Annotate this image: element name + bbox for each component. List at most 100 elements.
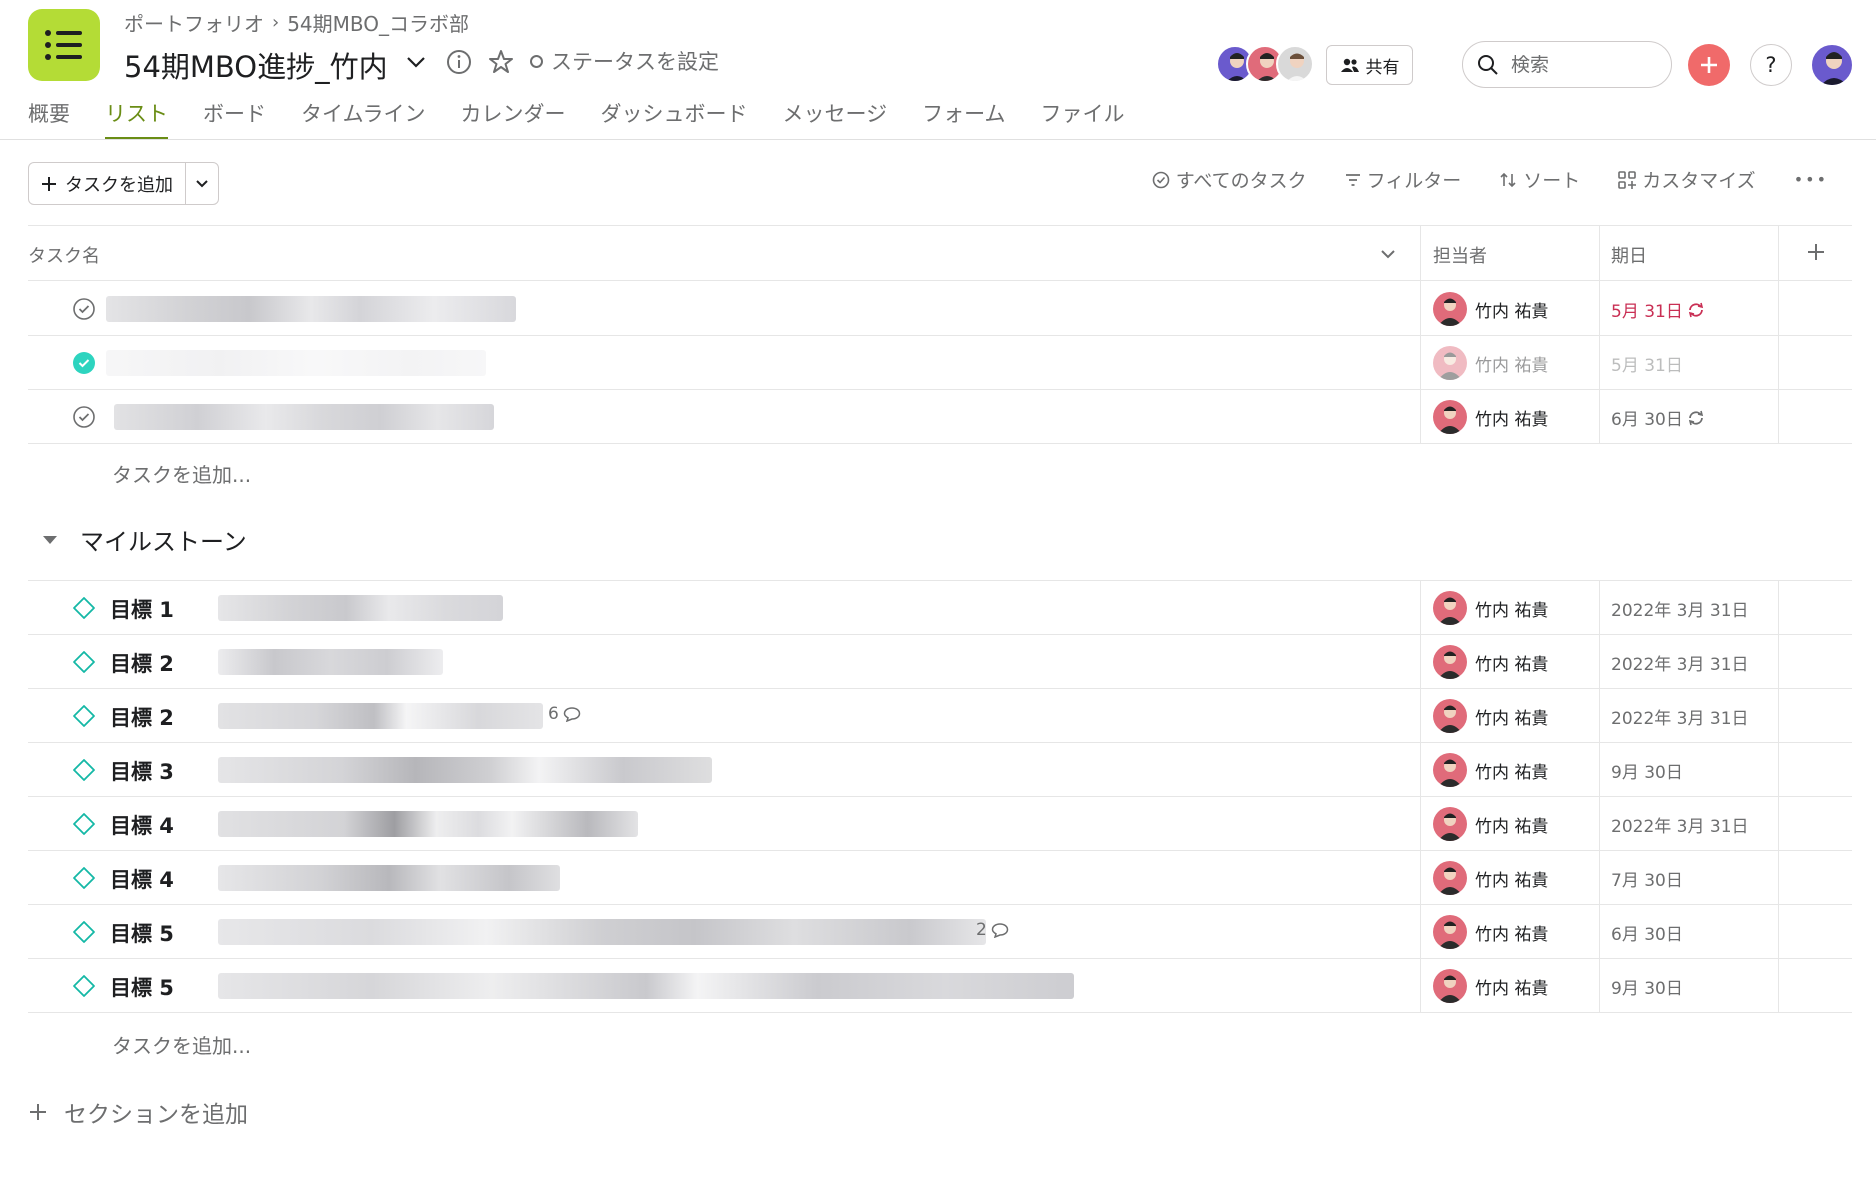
assignee-cell[interactable]: 竹内 祐貴 (1433, 591, 1548, 625)
check-circle-icon[interactable] (72, 405, 96, 429)
due-date-cell[interactable]: 9月 30日 (1611, 758, 1683, 783)
assignee-cell[interactable]: 竹内 祐貴 (1433, 915, 1548, 949)
section-title[interactable]: マイルストーン (80, 522, 247, 557)
milestone-row[interactable]: 目標 3 竹内 祐貴 9月 30日 (28, 743, 1852, 797)
star-icon[interactable] (486, 47, 516, 77)
task-name-redacted[interactable] (106, 296, 516, 322)
project-app-icon[interactable] (28, 9, 100, 81)
sort-button[interactable]: ソート (1499, 166, 1580, 193)
milestone-label[interactable]: 目標 2 (110, 702, 174, 732)
assignee-cell[interactable]: 竹内 祐貴 (1433, 807, 1548, 841)
milestone-diamond-icon[interactable] (72, 812, 96, 836)
filter-button[interactable]: フィルター (1345, 166, 1461, 193)
milestone-row[interactable]: 目標 1 竹内 祐貴 2022年 3月 31日 (28, 581, 1852, 635)
milestone-row[interactable]: 目標 5 竹内 祐貴 9月 30日 (28, 959, 1852, 1013)
assignee-cell[interactable]: 竹内 祐貴 (1433, 645, 1548, 679)
add-task-inline[interactable]: タスクを追加... (112, 1030, 251, 1059)
column-assignee[interactable]: 担当者 (1433, 242, 1487, 268)
milestone-label[interactable]: 目標 4 (110, 864, 174, 894)
assignee-cell[interactable]: 竹内 祐貴 (1433, 346, 1548, 380)
due-date-cell[interactable]: 2022年 3月 31日 (1611, 596, 1749, 621)
milestone-row[interactable]: 目標 4 竹内 祐貴 2022年 3月 31日 (28, 797, 1852, 851)
add-column-button[interactable] (1806, 242, 1826, 267)
milestone-diamond-icon[interactable] (72, 866, 96, 890)
table-row[interactable]: 竹内 祐貴 6月 30日 (28, 390, 1852, 444)
column-task-name[interactable]: タスク名 (28, 242, 100, 268)
milestone-label[interactable]: 目標 5 (110, 918, 174, 948)
breadcrumb-team[interactable]: 54期MBO_コラボ部 (287, 8, 469, 37)
milestone-name-redacted[interactable] (218, 973, 1074, 999)
customize-button[interactable]: カスタマイズ (1618, 166, 1756, 193)
milestone-label[interactable]: 目標 4 (110, 810, 174, 840)
tab-board[interactable]: ボード (203, 98, 266, 140)
milestone-name-redacted[interactable] (218, 811, 638, 837)
help-button[interactable]: ? (1750, 44, 1792, 86)
info-icon[interactable] (444, 47, 474, 77)
assignee-cell[interactable]: 竹内 祐貴 (1433, 753, 1548, 787)
add-section-button[interactable]: セクションを追加 (28, 1095, 248, 1129)
due-date-cell[interactable]: 6月 30日 (1611, 920, 1683, 945)
due-date-cell[interactable]: 5月 31日 (1611, 351, 1683, 376)
milestone-diamond-icon[interactable] (72, 650, 96, 674)
more-options-button[interactable]: ••• (1794, 170, 1828, 189)
milestone-diamond-icon[interactable] (72, 596, 96, 620)
milestone-diamond-icon[interactable] (72, 704, 96, 728)
milestone-label[interactable]: 目標 1 (110, 594, 174, 624)
user-avatar[interactable] (1810, 43, 1854, 87)
share-button[interactable]: 共有 (1326, 45, 1413, 85)
chevron-down-icon[interactable] (402, 48, 430, 76)
milestone-name-redacted[interactable] (218, 757, 712, 783)
due-date-cell[interactable]: 5月 31日 (1611, 297, 1705, 322)
assignee-cell[interactable]: 竹内 祐貴 (1433, 699, 1548, 733)
task-name-redacted[interactable] (114, 404, 494, 430)
due-date-cell[interactable]: 9月 30日 (1611, 974, 1683, 999)
add-task-button[interactable]: タスクを追加 (29, 163, 186, 204)
tab-messages[interactable]: メッセージ (783, 98, 888, 140)
project-title[interactable]: 54期MBO進捗_竹内 (124, 44, 388, 86)
milestone-row[interactable]: 目標 2 6 竹内 祐貴 2022年 3月 31日 (28, 689, 1852, 743)
table-row[interactable]: 竹内 祐貴 5月 31日 (28, 282, 1852, 336)
breadcrumb-portfolio[interactable]: ポートフォリオ (124, 8, 264, 37)
assignee-cell[interactable]: 竹内 祐貴 (1433, 400, 1548, 434)
due-date-cell[interactable]: 2022年 3月 31日 (1611, 650, 1749, 675)
milestone-row[interactable]: 目標 2 竹内 祐貴 2022年 3月 31日 (28, 635, 1852, 689)
tab-calendar[interactable]: カレンダー (461, 98, 566, 140)
milestone-name-redacted[interactable] (218, 865, 560, 891)
due-date-cell[interactable]: 2022年 3月 31日 (1611, 704, 1749, 729)
comment-count[interactable]: 6 (548, 704, 581, 724)
milestone-row[interactable]: 目標 4 竹内 祐貴 7月 30日 (28, 851, 1852, 905)
tab-forms[interactable]: フォーム (922, 98, 1005, 140)
table-row[interactable]: 竹内 祐貴 5月 31日 (28, 336, 1852, 390)
milestone-label[interactable]: 目標 2 (110, 648, 174, 678)
column-due-date[interactable]: 期日 (1611, 242, 1647, 268)
due-date-cell[interactable]: 6月 30日 (1611, 405, 1705, 430)
milestone-name-redacted[interactable] (218, 703, 543, 729)
search-input[interactable] (1511, 53, 1651, 76)
check-circle-filled-icon[interactable] (72, 351, 96, 375)
milestone-row[interactable]: 目標 5 2 竹内 祐貴 6月 30日 (28, 905, 1852, 959)
tab-list[interactable]: リスト (105, 98, 168, 140)
milestone-name-redacted[interactable] (218, 649, 443, 675)
assignee-cell[interactable]: 竹内 祐貴 (1433, 861, 1548, 895)
set-status-button[interactable]: ステータスを設定 (530, 46, 719, 76)
assignee-cell[interactable]: 竹内 祐貴 (1433, 292, 1548, 326)
caret-down-icon[interactable] (42, 534, 58, 546)
all-tasks-filter[interactable]: すべてのタスク (1152, 166, 1307, 193)
tab-files[interactable]: ファイル (1041, 98, 1125, 140)
section-header[interactable]: マイルストーン (28, 522, 247, 557)
milestone-diamond-icon[interactable] (72, 974, 96, 998)
quick-add-button[interactable] (1688, 44, 1730, 86)
milestone-name-redacted[interactable] (218, 919, 986, 945)
milestone-name-redacted[interactable] (218, 595, 503, 621)
milestone-label[interactable]: 目標 3 (110, 756, 174, 786)
tab-dashboard[interactable]: ダッシュボード (601, 98, 748, 140)
assignee-cell[interactable]: 竹内 祐貴 (1433, 969, 1548, 1003)
milestone-label[interactable]: 目標 5 (110, 972, 174, 1002)
chevron-down-icon[interactable] (1380, 244, 1396, 265)
milestone-diamond-icon[interactable] (72, 920, 96, 944)
check-circle-icon[interactable] (72, 297, 96, 321)
tab-overview[interactable]: 概要 (28, 98, 70, 140)
tab-timeline[interactable]: タイムライン (301, 98, 426, 140)
add-task-inline[interactable]: タスクを追加... (112, 459, 251, 488)
add-task-dropdown[interactable] (186, 163, 218, 204)
